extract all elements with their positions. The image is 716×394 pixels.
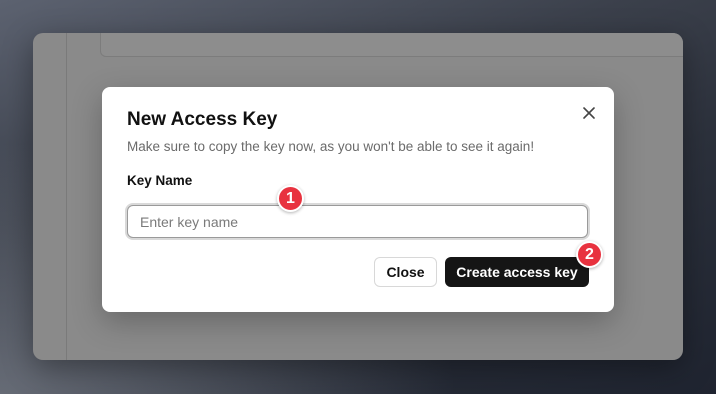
close-button[interactable]: Close [374,257,437,287]
key-name-label: Key Name [127,173,193,188]
key-name-input[interactable] [127,205,588,238]
dialog-description: Make sure to copy the key now, as you wo… [127,139,535,154]
sidebar-divider [66,33,67,360]
annotation-marker-1: 1 [277,185,304,212]
new-access-key-dialog: New Access Key Make sure to copy the key… [102,87,614,312]
close-icon[interactable] [580,104,598,122]
dialog-title: New Access Key [127,109,278,130]
create-access-key-button[interactable]: Create access key [445,257,589,287]
background-panel [100,33,683,57]
annotation-marker-2: 2 [576,241,603,268]
